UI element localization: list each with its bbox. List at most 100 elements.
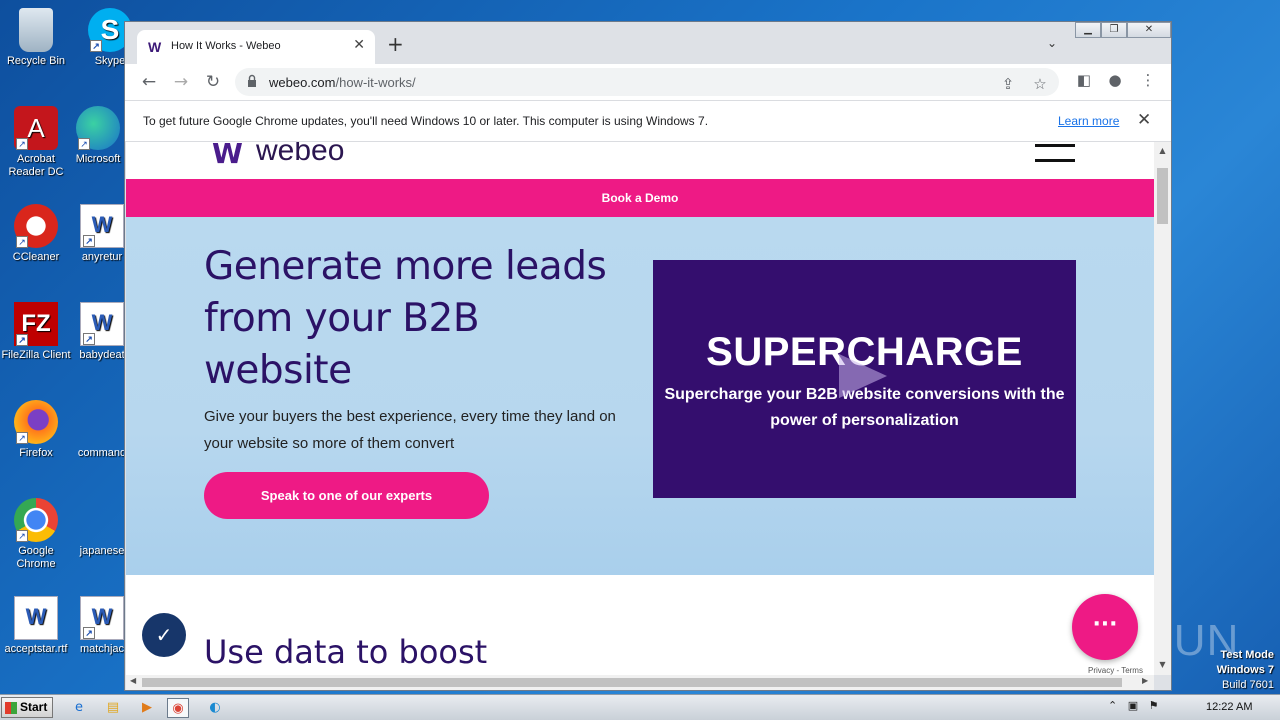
internet-explorer-icon[interactable]: e — [68, 698, 90, 718]
play-icon[interactable] — [839, 354, 887, 398]
lock-icon — [248, 74, 256, 87]
media-player-icon[interactable]: ▶ — [136, 698, 158, 718]
recycle-bin-icon — [19, 8, 53, 52]
acrobat-icon: A ↗ — [14, 106, 58, 150]
start-button[interactable]: Start — [1, 697, 53, 718]
url-host: webeo.com — [269, 75, 336, 90]
hero-body: Give your buyers the best experience, ev… — [204, 408, 616, 452]
desktop-icon-label: babydeat — [79, 349, 125, 361]
video-player[interactable]: SUPERCHARGE Supercharge your B2B website… — [653, 260, 1076, 498]
blank-file-icon — [80, 498, 124, 542]
tab-search-chevron-icon[interactable]: ⌄ — [1047, 36, 1057, 50]
test-mode-line: Test Mode — [1220, 649, 1274, 661]
new-tab-button[interactable]: + — [387, 34, 404, 54]
side-panel-icon[interactable]: ◧ — [1073, 71, 1095, 89]
learn-more-link[interactable]: Learn more — [1058, 114, 1119, 128]
taskbar-edge-icon[interactable]: ◐ — [204, 698, 226, 718]
back-arrow-icon[interactable]: ← — [138, 71, 160, 93]
system-tray: ⌃ ▣ ⚑ — [1108, 699, 1159, 712]
webeo-logo-mark-icon[interactable]: W — [212, 142, 243, 168]
blank-file-icon — [80, 400, 124, 444]
filezilla-icon: FZ ↗ — [14, 302, 58, 346]
site-logo[interactable]: webeo — [256, 142, 344, 168]
chrome-icon: ↗ — [14, 498, 58, 542]
desktop-icon-label: acceptstar.rtf — [4, 643, 68, 655]
test-mode-notice: Test Mode Windows 7 Build 7601 — [1217, 648, 1274, 693]
action-center-flag-icon[interactable]: ⚑ — [1149, 699, 1159, 712]
desktop-icon-firefox[interactable]: ↗ Firefox — [1, 400, 71, 460]
desktop-icon-recycle-bin[interactable]: Recycle Bin — [1, 8, 71, 68]
chat-bubble-icon[interactable]: ··· — [1072, 594, 1138, 660]
desktop-icon-ccleaner[interactable]: ↗ CCleaner — [1, 204, 71, 264]
section-heading: Use data to boost — [204, 633, 488, 671]
tab-close-icon[interactable]: ✕ — [353, 37, 365, 53]
speak-to-experts-button[interactable]: Speak to one of our experts — [204, 472, 489, 519]
word-document-icon: W ↗ — [80, 204, 124, 248]
edge-icon: ↗ — [76, 106, 120, 150]
network-icon[interactable]: ▣ — [1128, 699, 1138, 712]
desktop-icon-filezilla[interactable]: FZ ↗ FileZilla Client — [1, 302, 71, 362]
desktop-icon-acrobat[interactable]: A ↗ Acrobat Reader DC — [1, 106, 71, 179]
taskbar-clock[interactable]: 12:22 AM — [1206, 701, 1252, 713]
restore-button[interactable]: ❐ — [1101, 22, 1127, 38]
hamburger-menu-icon[interactable] — [1035, 144, 1075, 162]
desktop-icon-label: Acrobat Reader DC — [8, 153, 64, 178]
forward-arrow-icon[interactable]: → — [170, 71, 192, 93]
desktop-icon-label: japanese — [79, 545, 125, 557]
scrollbar-thumb[interactable] — [1157, 168, 1168, 224]
firefox-icon: ↗ — [14, 400, 58, 444]
address-bar[interactable]: webeo.com/how-it-works/ ⇪ ☆ — [235, 68, 1059, 96]
site-header: W webeo — [126, 142, 1154, 179]
horizontal-scrollbar[interactable]: ◀ ▶ — [126, 675, 1154, 690]
scroll-up-arrow-icon[interactable]: ▲ — [1154, 146, 1171, 155]
desktop-icon-label: Skype — [94, 55, 126, 67]
desktop-icon-label: Recycle Bin — [6, 55, 66, 67]
hero-heading: Generate more leads from your B2B websit… — [204, 244, 607, 393]
test-mode-line: Windows 7 — [1216, 664, 1274, 676]
desktop-icon-label: Microsoft — [75, 153, 121, 165]
desktop-icon-label: command — [77, 447, 127, 459]
taskbar-chrome-icon[interactable]: ◉ — [167, 698, 189, 718]
scroll-right-arrow-icon[interactable]: ▶ — [1142, 676, 1148, 685]
scroll-down-arrow-icon[interactable]: ▼ — [1154, 660, 1171, 669]
start-label: Start — [20, 700, 48, 714]
hero-section: Generate more leads from your B2B websit… — [126, 217, 1154, 575]
ccleaner-icon: ↗ — [14, 204, 58, 248]
desktop-icon-acceptstar[interactable]: W acceptstar.rtf — [1, 596, 71, 656]
word-document-icon: W ↗ — [80, 596, 124, 640]
scroll-left-arrow-icon[interactable]: ◀ — [130, 676, 136, 685]
browser-tab[interactable]: W How It Works - Webeo ✕ — [137, 30, 375, 64]
word-document-icon: W — [14, 596, 58, 640]
desktop-icon-label: matchjac — [79, 643, 125, 655]
tray-expand-icon[interactable]: ⌃ — [1108, 699, 1117, 712]
chrome-window: W How It Works - Webeo ✕ + ⌄ ▁ ❐ ✕ ← → ↻… — [124, 21, 1172, 691]
recaptcha-links[interactable]: Privacy - Terms — [1088, 666, 1143, 675]
minimize-button[interactable]: ▁ — [1075, 22, 1101, 38]
desktop-icon-label: FileZilla Client — [1, 349, 71, 361]
infobar-close-icon[interactable]: ✕ — [1137, 110, 1151, 130]
scrollbar-thumb[interactable] — [142, 678, 1122, 687]
windows-logo-icon — [5, 702, 17, 714]
desktop-icon-chrome[interactable]: ↗ Google Chrome — [1, 498, 71, 571]
url-text: webeo.com/how-it-works/ — [269, 75, 416, 90]
infobar-message: To get future Google Chrome updates, you… — [143, 114, 709, 128]
book-demo-bar[interactable]: Book a Demo — [126, 179, 1154, 217]
desktop-icon-label: anyretur — [81, 251, 123, 263]
reload-icon[interactable]: ↻ — [202, 71, 224, 93]
share-icon[interactable]: ⇪ — [997, 75, 1019, 93]
window-close-button[interactable]: ✕ — [1127, 22, 1171, 38]
taskbar: Start e ▤ ▶ ◉ ◐ ⌃ ▣ ⚑ 12:22 AM — [0, 694, 1280, 720]
page-viewport: W webeo Book a Demo Generate more leads … — [126, 142, 1154, 675]
data-section: ✓ Use data to boost — [126, 575, 1154, 675]
desktop-icon-edge[interactable]: ↗ Microsoft — [63, 106, 133, 166]
desktop-icon-label: Google Chrome — [16, 545, 56, 570]
vertical-scrollbar[interactable]: ▲ ▼ — [1154, 142, 1171, 675]
word-document-icon: W ↗ — [80, 302, 124, 346]
desktop-icon-label: CCleaner — [12, 251, 60, 263]
file-explorer-icon[interactable]: ▤ — [102, 698, 124, 718]
bookmark-star-icon[interactable]: ☆ — [1029, 75, 1051, 93]
chrome-menu-icon[interactable]: ⋮ — [1137, 71, 1159, 89]
profile-avatar-icon[interactable]: ● — [1104, 71, 1126, 89]
tab-title: How It Works - Webeo — [171, 40, 281, 52]
webeo-favicon-icon: W — [148, 39, 162, 55]
